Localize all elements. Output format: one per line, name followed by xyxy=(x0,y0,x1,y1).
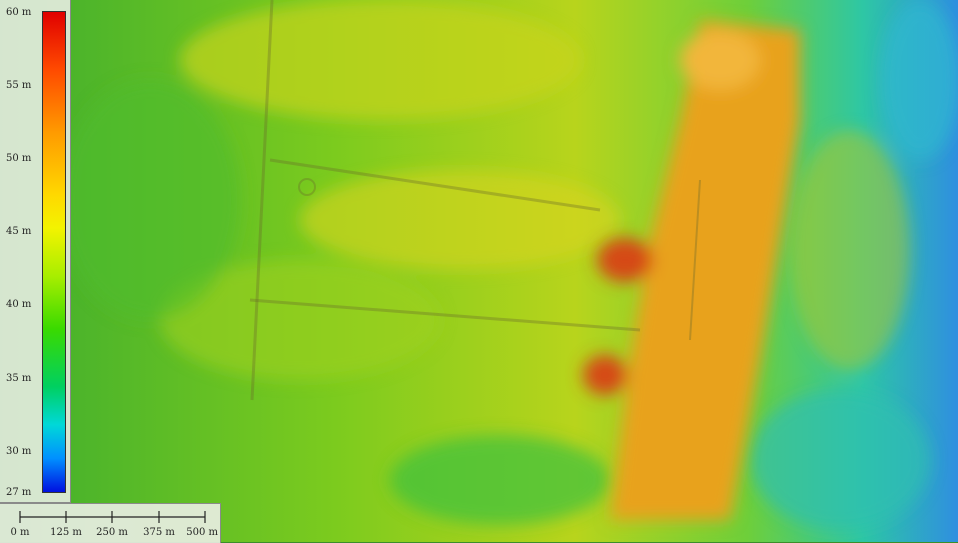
legend-tick-label: 45 m xyxy=(6,226,32,237)
legend-tick-label: 30 m xyxy=(6,446,32,457)
legend-tick-label: 50 m xyxy=(6,153,32,164)
legend-tick-label: 40 m xyxy=(6,299,32,310)
elevation-legend: 60 m 55 m 50 m 45 m 40 m 35 m 30 m 27 m xyxy=(0,0,71,503)
legend-tick-label: 55 m xyxy=(6,80,32,91)
scale-label: 0 m xyxy=(10,527,30,538)
scale-label: 125 m xyxy=(50,527,82,538)
scale-label: 500 m xyxy=(186,527,218,538)
scale-bar: 0 m 125 m 250 m 375 m 500 m xyxy=(0,503,221,543)
legend-tick-label: 60 m xyxy=(6,7,32,18)
scale-bar-line xyxy=(19,511,206,523)
elevation-colorbar xyxy=(42,11,66,493)
legend-tick-label: 35 m xyxy=(6,373,32,384)
elevation-map[interactable] xyxy=(0,0,958,542)
scale-label: 375 m xyxy=(143,527,175,538)
scale-label: 250 m xyxy=(96,527,128,538)
legend-tick-label: 27 m xyxy=(6,487,32,498)
